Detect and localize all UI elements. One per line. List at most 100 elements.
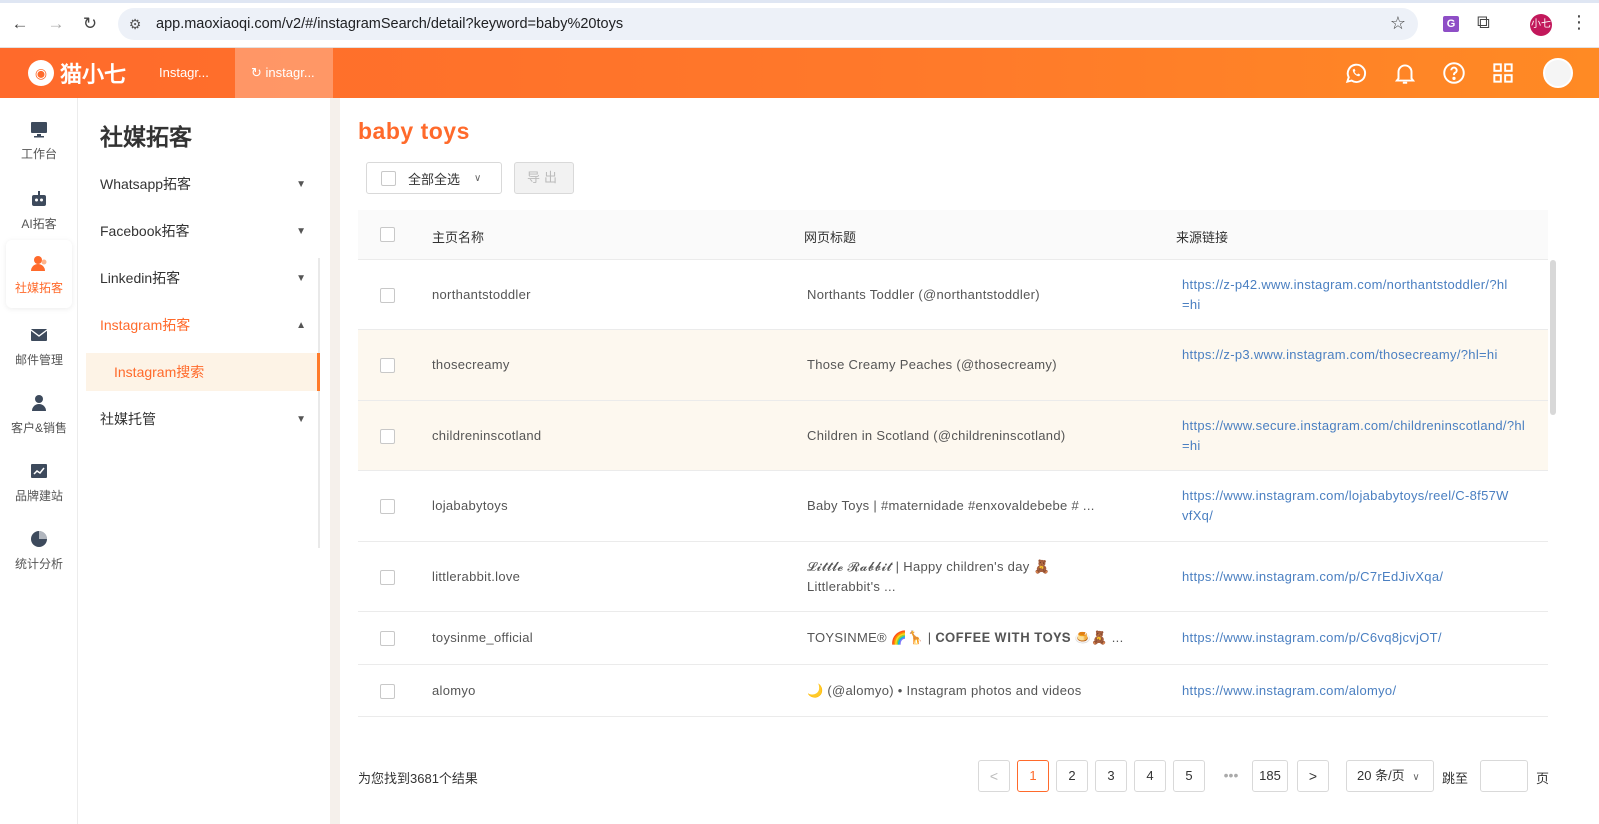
rail-item-label: 统计分析	[14, 556, 63, 571]
main-content: baby toys 全部全选 ∨ 导出 主页名称 网页标题 来源链接 north…	[340, 98, 1599, 824]
table-scrollbar[interactable]	[1550, 260, 1556, 415]
row-link[interactable]: https://www.instagram.com/alomyo/	[1182, 681, 1532, 701]
prev-page-button[interactable]: <	[978, 760, 1010, 792]
url-text[interactable]: app.maoxiaoqi.com/v2/#/instagramSearch/d…	[156, 16, 623, 32]
user-avatar[interactable]	[1543, 58, 1573, 88]
extension-g-icon[interactable]: G	[1443, 16, 1459, 32]
sidebar-scrollbar[interactable]	[318, 258, 320, 548]
left-rail: 工作台 AI拓客 社媒拓客 邮件管理 客户&销售 品牌建站 统计分析	[0, 98, 78, 824]
export-button[interactable]: 导出	[514, 162, 574, 194]
next-page-button[interactable]: >	[1297, 760, 1329, 792]
chevron-down-icon: ▼	[296, 225, 306, 237]
row-link[interactable]: https://z-p3.www.instagram.com/thosecrea…	[1182, 345, 1502, 365]
jump-page-input[interactable]	[1480, 760, 1528, 792]
results-table: 主页名称 网页标题 来源链接 northantstoddler Northant…	[358, 210, 1548, 720]
page-button-5[interactable]: 5	[1173, 760, 1205, 792]
header-tab-label: instagr...	[265, 65, 315, 80]
table-row[interactable]: thosecreamy Those Creamy Peaches (@those…	[358, 330, 1548, 401]
row-title: Those Creamy Peaches (@thosecreamy)	[807, 357, 1057, 372]
page-button-last[interactable]: 185	[1252, 760, 1288, 792]
back-icon[interactable]: ←	[8, 12, 32, 36]
browser-profile-avatar[interactable]: 小七	[1530, 14, 1552, 36]
rail-item-label: AI拓客	[21, 216, 57, 231]
chevron-down-icon: ▼	[296, 178, 306, 190]
select-all-dropdown[interactable]: 全部全选 ∨	[366, 162, 502, 194]
bell-icon[interactable]	[1392, 60, 1418, 86]
table-row[interactable]: toysinme_official TOYSINME® 🌈🦒 | 𝐂𝐎𝐅𝐅𝐄𝐄 …	[358, 612, 1548, 665]
table-row[interactable]: littlerabbit.love 𝓛𝓲𝓽𝓽𝓵𝓮 𝓡𝓪𝓫𝓫𝓲𝓽 | Happy …	[358, 542, 1548, 612]
table-row[interactable]: lojababytoys Baby Toys | #maternidade #e…	[358, 471, 1548, 542]
row-checkbox[interactable]	[380, 631, 395, 646]
row-checkbox[interactable]	[380, 288, 395, 303]
page-button-1[interactable]: 1	[1017, 760, 1049, 792]
select-all-checkbox[interactable]	[381, 170, 396, 186]
chevron-up-icon: ▲	[296, 319, 306, 331]
loading-spinner-icon: ↻	[251, 65, 262, 80]
menu-item-social-hosting[interactable]: 社媒托管 ▼	[100, 399, 310, 439]
browser-tab-strip	[0, 0, 1599, 3]
row-link[interactable]: https://z-p42.www.instagram.com/northant…	[1182, 275, 1512, 315]
page-ellipsis[interactable]: •••	[1216, 760, 1246, 790]
page-button-3[interactable]: 3	[1095, 760, 1127, 792]
row-checkbox[interactable]	[380, 358, 395, 373]
header-tab-instagram[interactable]: Instagr...	[143, 48, 225, 98]
chevron-down-icon: ▼	[296, 272, 306, 284]
site-settings-icon[interactable]: ⚙	[126, 15, 144, 33]
row-checkbox[interactable]	[380, 499, 395, 514]
row-checkbox[interactable]	[380, 570, 395, 585]
menu-item-instagram[interactable]: Instagram拓客 ▲	[100, 305, 310, 345]
row-link[interactable]: https://www.instagram.com/p/C6vq8jcvjOT/	[1182, 628, 1532, 648]
row-link[interactable]: https://www.secure.instagram.com/childre…	[1182, 416, 1532, 456]
browser-toolbar: ← → ↻ ⚙ app.maoxiaoqi.com/v2/#/instagram…	[0, 0, 1599, 48]
table-row[interactable]: childreninscotland Children in Scotland …	[358, 401, 1548, 471]
column-header-title: 网页标题	[804, 230, 857, 245]
browser-menu-icon[interactable]: ⋮	[1570, 12, 1588, 33]
page-button-4[interactable]: 4	[1134, 760, 1166, 792]
page-size-value: 20 条/页	[1357, 768, 1405, 783]
rail-item-mail[interactable]: 邮件管理	[6, 314, 72, 378]
whatsapp-icon[interactable]	[1343, 60, 1369, 86]
header-tab-instagram-search[interactable]: ↻ instagr...	[235, 48, 333, 98]
column-header-name: 主页名称	[432, 230, 485, 245]
address-bar[interactable]: ⚙ app.maoxiaoqi.com/v2/#/instagramSearch…	[118, 8, 1418, 40]
bookmark-star-icon[interactable]: ☆	[1390, 13, 1406, 34]
table-row[interactable]: northantstoddler Northants Toddler (@nor…	[358, 260, 1548, 330]
menu-item-facebook[interactable]: Facebook拓客 ▼	[100, 211, 310, 251]
page-size-select[interactable]: 20 条/页 ∨	[1346, 760, 1434, 792]
mail-icon	[30, 328, 48, 341]
row-link[interactable]: https://www.instagram.com/p/C7rEdJivXqa/	[1182, 567, 1532, 587]
submenu-item-instagram-search[interactable]: Instagram搜索	[86, 353, 320, 391]
row-checkbox[interactable]	[380, 684, 395, 699]
extensions-icon[interactable]: ⧉	[1477, 12, 1490, 33]
menu-item-label: Instagram拓客	[100, 317, 191, 333]
rail-item-stats[interactable]: 统计分析	[6, 518, 72, 582]
rail-item-workbench[interactable]: 工作台	[6, 108, 72, 172]
reload-icon[interactable]: ↻	[78, 12, 102, 36]
row-title: 𝓛𝓲𝓽𝓽𝓵𝓮 𝓡𝓪𝓫𝓫𝓲𝓽 | Happy children's day 🧸 L…	[807, 559, 1050, 594]
page-button-2[interactable]: 2	[1056, 760, 1088, 792]
app-header: ◉ 猫小七 Instagr... ↻ instagr...	[0, 48, 1599, 98]
row-name: northantstoddler	[432, 287, 531, 302]
menu-item-linkedin[interactable]: Linkedin拓客 ▼	[100, 258, 310, 298]
rail-item-customers[interactable]: 客户&销售	[6, 382, 72, 446]
rail-item-ai[interactable]: AI拓客	[6, 178, 72, 242]
app-logo[interactable]: ◉ 猫小七	[28, 58, 126, 88]
sidebar-title: 社媒拓客	[100, 124, 192, 150]
row-checkbox[interactable]	[380, 429, 395, 444]
forward-icon[interactable]: →	[44, 12, 68, 36]
monitor-icon	[31, 121, 47, 137]
rail-item-label: 社媒拓客	[14, 280, 63, 295]
rail-item-brand-site[interactable]: 品牌建站	[6, 450, 72, 514]
chevron-down-icon: ∨	[474, 172, 482, 184]
rail-item-label: 工作台	[20, 146, 57, 161]
rail-item-social[interactable]: 社媒拓客	[6, 240, 72, 308]
logo-cat-icon: ◉	[28, 60, 54, 86]
result-count: 为您找到3681个结果	[358, 771, 478, 786]
row-link[interactable]: https://www.instagram.com/lojababytoys/r…	[1182, 486, 1512, 526]
help-icon[interactable]	[1441, 60, 1467, 86]
apps-grid-icon[interactable]	[1490, 60, 1516, 86]
header-checkbox[interactable]	[380, 227, 395, 242]
menu-item-whatsapp[interactable]: Whatsapp拓客 ▼	[100, 164, 310, 204]
table-row[interactable]: alomyo 🌙 (@alomyo) • Instagram photos an…	[358, 665, 1548, 717]
row-name: alomyo	[432, 683, 476, 698]
